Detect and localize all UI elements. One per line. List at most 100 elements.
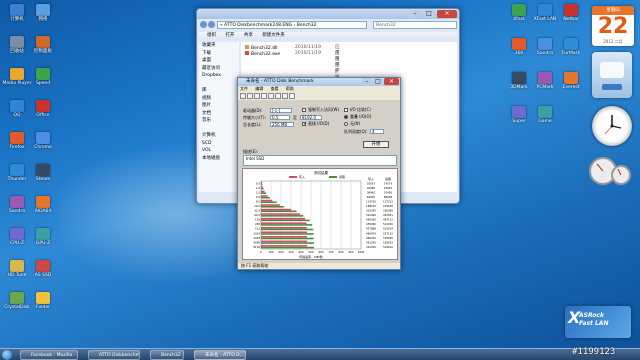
desktop-icon[interactable]: Folder (28, 292, 58, 310)
desktop-icon[interactable]: Speed (28, 68, 58, 86)
back-arrow-icon[interactable] (200, 21, 207, 28)
edit-menu[interactable]: 编辑 (255, 86, 263, 91)
asrock-xfast-lan-logo[interactable]: X ASRock Fast LAN (565, 306, 631, 338)
desktop-icon-label: Thunder (7, 177, 27, 182)
legend-read-swatch (329, 176, 337, 178)
read-value: 89058 (384, 195, 393, 199)
description-field[interactable]: Intel SSD (243, 155, 397, 166)
nav-item[interactable]: 收藏夹 (202, 42, 239, 50)
desktop-icon[interactable]: Chrome (28, 132, 58, 150)
maximize-button[interactable]: □ (423, 10, 435, 18)
minimize-button[interactable]: – (362, 78, 372, 85)
nav-item[interactable]: 图片 (202, 102, 239, 110)
force-write-checkbox[interactable] (302, 108, 306, 112)
explorer-titlebar[interactable]: – □ ✕ (197, 9, 459, 19)
navigation-pane[interactable]: 收藏夹 下载 桌面 最近访问 Dropbox 库视频 图片 文档 音乐 计算机 SCD VOL 本地… (199, 42, 239, 192)
nav-item[interactable]: 文档 (202, 110, 239, 118)
nav-item[interactable]: 下载 (202, 50, 239, 58)
drive-select[interactable]: [-c-] (270, 108, 292, 113)
close-button[interactable]: ✕ (437, 10, 457, 18)
queue-depth-select[interactable]: 4 (370, 129, 384, 134)
taskbar-item-firefox[interactable]: Facebook - Mozilla (20, 350, 78, 360)
write-bar (261, 226, 307, 229)
nav-item[interactable]: 桌面 (202, 57, 239, 65)
drive-label: 驱动器(D): (243, 108, 263, 113)
cpu-meter-gadget[interactable] (588, 154, 632, 188)
nav-item[interactable]: SCD (202, 140, 239, 148)
application-icon (538, 106, 552, 118)
desktop-icon[interactable]: Office (28, 100, 58, 118)
chart-title: 测试结果 (314, 170, 328, 175)
start-orb-icon[interactable] (2, 350, 12, 360)
close-button[interactable]: ✕ (384, 78, 399, 85)
neither-radio[interactable] (344, 122, 348, 126)
read-value: 527132 (383, 231, 393, 235)
desktop-icon[interactable]: 控制面板 (28, 36, 58, 54)
desktop-icon[interactable]: Netbar (556, 4, 586, 22)
calendar-gadget[interactable]: 星期四 22 2012 二月 (592, 6, 634, 46)
atto-benchmark-window[interactable]: 未命名 - ATTO Disk Benchmark – □ ✕ 文件 编辑 查看… (237, 77, 401, 270)
read-bar (261, 196, 270, 199)
transfer-to-select[interactable]: 8192.0 (300, 115, 322, 120)
save-icon[interactable] (254, 93, 260, 99)
io-compare-checkbox[interactable] (344, 108, 348, 112)
print-icon[interactable] (261, 93, 267, 99)
desktop-icon[interactable]: GPU-Z (28, 228, 58, 246)
x-tick-label: 500 (309, 250, 314, 254)
cut-icon[interactable] (268, 93, 274, 99)
help-menu[interactable]: 帮助 (286, 86, 294, 91)
transfer-from-select[interactable]: 0.5 (270, 115, 290, 120)
search-input[interactable]: Bench32 (373, 21, 457, 29)
x-tick-label: 300 (289, 250, 294, 254)
network-gadget[interactable] (592, 52, 632, 98)
nav-item[interactable]: 最近访问 (202, 65, 239, 73)
total-length-select[interactable]: 256 MB (270, 122, 294, 127)
file-row[interactable]: Bench32.exe 2010/11/19 应用程序 (245, 51, 340, 74)
nav-item[interactable]: VOL (202, 147, 239, 155)
open-icon[interactable] (247, 93, 253, 99)
help-icon[interactable] (289, 93, 295, 99)
new-folder-menu[interactable]: 新建文件夹 (262, 33, 285, 38)
start-button[interactable]: 开始 (363, 141, 389, 148)
application-icon (36, 100, 50, 112)
desktop-icon[interactable]: Everest (556, 72, 586, 90)
desktop-icon[interactable]: Game (530, 106, 560, 124)
file-menu[interactable]: 文件 (240, 86, 248, 91)
read-value: 528922 (383, 240, 393, 244)
force-write-label: 强制写入访问(W) (308, 107, 340, 112)
direct-io-checkbox[interactable]: ✓ (302, 121, 307, 127)
write-value: 457888 (366, 227, 376, 231)
forward-arrow-icon[interactable] (208, 21, 215, 28)
organize-menu[interactable]: 组织 (207, 33, 216, 38)
taskbar-item-bench32[interactable]: Bench32 (150, 350, 184, 360)
address-bar[interactable]: « ATTO Diskbenchmark248.ENG › Bench32 (217, 21, 367, 29)
bench-titlebar[interactable]: 未命名 - ATTO Disk Benchmark – □ ✕ (238, 78, 400, 86)
view-menu[interactable]: 查看 (271, 86, 279, 91)
minimize-button[interactable]: – (409, 10, 421, 18)
taskbar-item-atto-benchmark[interactable]: 未命名 - ATTO D... (194, 350, 246, 360)
write-value: 10657 (367, 181, 376, 185)
nav-item[interactable]: 音乐 (202, 117, 239, 125)
open-menu[interactable]: 打开 (225, 33, 234, 38)
desktop-icon[interactable]: 网络 (28, 4, 58, 22)
taskbar-item-atto-folder[interactable]: ATTO Diskbenchmar... (88, 350, 140, 360)
paste-icon[interactable] (282, 93, 288, 99)
overlapped-io-radio[interactable] (344, 115, 348, 119)
write-bar (261, 222, 307, 224)
nav-item[interactable]: 库 (202, 87, 239, 95)
clock-gadget[interactable] (592, 106, 632, 146)
nav-item[interactable]: 本地磁盘 (202, 155, 239, 163)
desktop-icon[interactable]: FurMark (556, 38, 586, 56)
copy-icon[interactable] (275, 93, 281, 99)
new-icon[interactable] (240, 93, 246, 99)
write-bar (261, 199, 273, 202)
desktop-icon[interactable]: Steam (28, 164, 58, 182)
nav-item[interactable]: Dropbox (202, 72, 239, 80)
desktop-icon[interactable]: AS SSD (28, 260, 58, 278)
maximize-button[interactable]: □ (373, 78, 383, 85)
nav-item[interactable]: 视频 (202, 95, 239, 103)
nav-item[interactable]: 计算机 (202, 132, 239, 140)
to-label: 至 (293, 115, 297, 120)
desktop-icon[interactable]: AIDA64 (28, 196, 58, 214)
share-menu[interactable]: 共享 (244, 33, 253, 38)
